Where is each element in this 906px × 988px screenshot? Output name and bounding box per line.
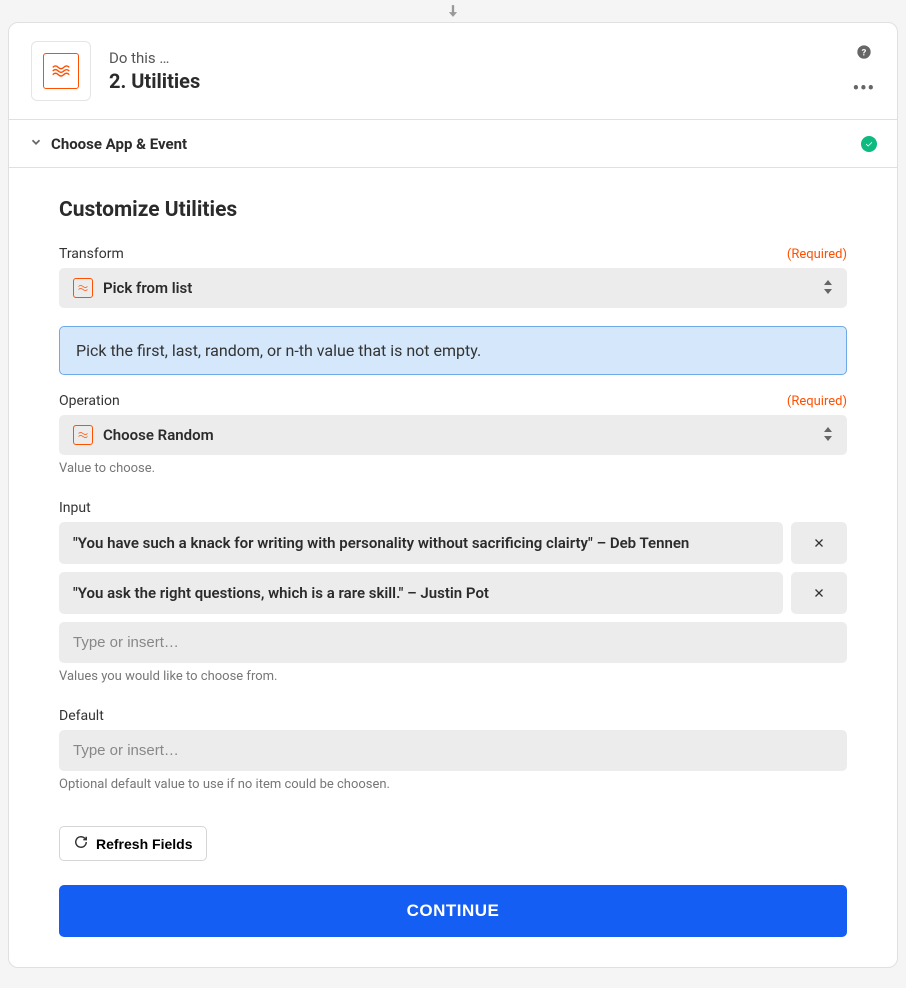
remove-input-button[interactable] — [791, 522, 847, 564]
default-label: Default — [59, 708, 104, 724]
refresh-label: Refresh Fields — [96, 836, 192, 852]
header-title: 2. Utilities — [109, 69, 835, 93]
input-item[interactable]: "You ask the right questions, which is a… — [59, 572, 783, 614]
help-icon[interactable]: ? — [856, 44, 872, 64]
transform-required: (Required) — [787, 247, 847, 262]
svg-text:?: ? — [861, 47, 866, 58]
default-help: Optional default value to use if no item… — [59, 777, 847, 792]
default-input[interactable] — [59, 730, 847, 771]
select-arrows-icon — [823, 279, 833, 298]
header-subtitle: Do this … — [109, 49, 835, 67]
operation-required: (Required) — [787, 394, 847, 409]
continue-button[interactable]: CONTINUE — [59, 885, 847, 937]
input-item[interactable]: "You have such a knack for writing with … — [59, 522, 783, 564]
customize-title: Customize Utilities — [59, 198, 847, 222]
utilities-mini-icon — [73, 425, 93, 445]
check-icon — [861, 136, 877, 152]
app-icon — [31, 41, 91, 101]
input-new-field[interactable] — [59, 622, 847, 663]
card-header: Do this … 2. Utilities ? ••• — [9, 23, 897, 119]
input-label: Input — [59, 500, 91, 516]
more-icon[interactable]: ••• — [853, 78, 875, 99]
transform-label: Transform — [59, 246, 124, 262]
customize-section: Customize Utilities Transform (Required)… — [9, 167, 897, 967]
operation-select[interactable]: Choose Random — [59, 415, 847, 455]
refresh-icon — [74, 835, 88, 852]
utilities-mini-icon — [73, 278, 93, 298]
operation-value: Choose Random — [103, 426, 813, 444]
remove-input-button[interactable] — [791, 572, 847, 614]
transform-info-banner: Pick the first, last, random, or n-th va… — [59, 326, 847, 375]
select-arrows-icon — [823, 426, 833, 445]
step-card: Do this … 2. Utilities ? ••• Choose App … — [8, 22, 898, 968]
step-connector-arrow — [0, 0, 906, 22]
operation-label: Operation — [59, 393, 120, 409]
input-help: Values you would like to choose from. — [59, 669, 847, 684]
chevron-down-icon — [29, 134, 43, 153]
choose-app-event-section[interactable]: Choose App & Event — [9, 119, 897, 167]
refresh-fields-button[interactable]: Refresh Fields — [59, 826, 207, 861]
transform-value: Pick from list — [103, 279, 813, 297]
operation-help: Value to choose. — [59, 461, 847, 476]
transform-select[interactable]: Pick from list — [59, 268, 847, 308]
section-label: Choose App & Event — [51, 135, 853, 153]
